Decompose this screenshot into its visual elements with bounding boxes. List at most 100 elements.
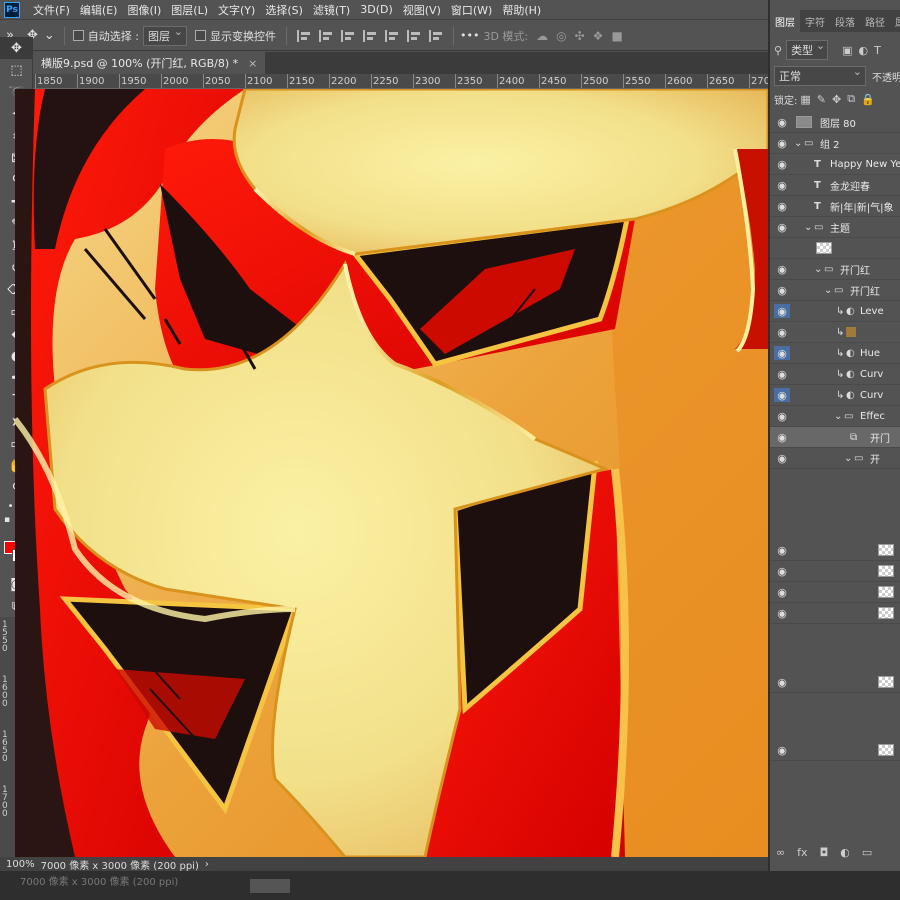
filter-adjustment-icon[interactable]: ◐	[858, 44, 868, 57]
marquee-tool-icon[interactable]: ⬚	[0, 59, 33, 81]
group-expand-chevron-icon[interactable]: ⌄	[824, 285, 832, 296]
layer-row[interactable]: ◉ ⧉ 开门	[770, 427, 900, 448]
layer-row[interactable]: ◉ ⌄ ▭ 开门红	[770, 259, 900, 280]
visibility-eye-icon[interactable]: ◉	[774, 157, 790, 171]
visibility-eye-icon[interactable]: ◉	[774, 564, 790, 578]
menu-3d[interactable]: 3D(D)	[355, 3, 398, 16]
layer-row[interactable]: ◉ T 新|年|新|气|象	[770, 196, 900, 217]
visibility-eye-icon[interactable]: ◉	[774, 606, 790, 620]
align-bottom-icon[interactable]	[406, 29, 421, 42]
visibility-eye-icon[interactable]: ◉	[774, 220, 790, 234]
tab-character[interactable]: 字符	[800, 10, 830, 32]
kind-filter-dropdown[interactable]: 类型	[786, 39, 829, 60]
visibility-eye-icon[interactable]: ◉	[774, 304, 790, 318]
orbit-3d-icon[interactable]: ☁	[536, 29, 548, 43]
document-tab[interactable]: 横版9.psd @ 100% (开门红, RGB/8) * ×	[33, 52, 266, 74]
new-group-icon[interactable]: ▭	[862, 846, 872, 859]
layer-row[interactable]: ◉ 图层 80	[770, 112, 900, 133]
lock-position-icon[interactable]: ✥	[832, 93, 841, 106]
opacity-label[interactable]: 不透明	[872, 69, 900, 84]
pan-3d-icon[interactable]: ✣	[575, 29, 585, 43]
auto-select-target-dropdown[interactable]: 图层	[142, 25, 187, 46]
visibility-eye-icon[interactable]: ◉	[774, 388, 790, 402]
layer-row[interactable]: ◉ ↳ ◐ Leve	[770, 301, 900, 322]
visibility-eye-icon[interactable]: ◉	[774, 346, 790, 360]
menu-filter[interactable]: 滤镜(T)	[308, 2, 355, 18]
menu-help[interactable]: 帮助(H)	[497, 2, 546, 18]
layer-row[interactable]: ◉ ⌄ ▭ Effec	[770, 406, 900, 427]
visibility-eye-icon[interactable]: ◉	[774, 325, 790, 339]
adjustment-layer-icon[interactable]: ◐	[840, 846, 850, 859]
visibility-eye-icon[interactable]: ◉	[774, 367, 790, 381]
layer-row[interactable]: ◉ ↳	[770, 322, 900, 343]
align-left-icon[interactable]	[296, 29, 311, 42]
close-icon[interactable]: ×	[248, 57, 257, 70]
layer-row[interactable]: ◉ ⌄ ▭ 主题	[770, 217, 900, 238]
group-expand-chevron-icon[interactable]: ⌄	[814, 264, 822, 275]
show-transform-checkbox[interactable]	[194, 30, 206, 41]
tab-paragraph[interactable]: 段落	[830, 10, 860, 32]
zoom-level[interactable]: 100%	[6, 859, 35, 870]
group-expand-chevron-icon[interactable]: ⌄	[834, 411, 842, 422]
visibility-eye-icon[interactable]: ◉	[774, 115, 790, 129]
layer-row[interactable]: ◉	[770, 582, 900, 603]
tab-layers[interactable]: 图层	[770, 10, 800, 32]
group-expand-chevron-icon[interactable]: ⌄	[804, 222, 812, 233]
document-canvas[interactable]	[15, 89, 768, 857]
menu-window[interactable]: 窗口(W)	[446, 2, 497, 18]
layer-row[interactable]: ◉	[770, 561, 900, 582]
menu-file[interactable]: 文件(F)	[28, 2, 75, 18]
menu-view[interactable]: 视图(V)	[398, 2, 446, 18]
visibility-eye-icon[interactable]: ◉	[774, 543, 790, 557]
group-expand-chevron-icon[interactable]: ⌄	[794, 138, 802, 149]
move-tool-icon[interactable]: ✥	[0, 37, 33, 59]
chevron-down-icon[interactable]: ⌄	[44, 28, 55, 43]
layer-row[interactable]: ◉	[770, 603, 900, 624]
visibility-eye-icon[interactable]: ◉	[774, 136, 790, 150]
layer-row[interactable]: ◉ ⌄ ▭ 开	[770, 448, 900, 469]
visibility-eye-icon[interactable]: ◉	[774, 199, 790, 213]
status-expand-arrow[interactable]: ›	[205, 859, 209, 870]
tab-properties[interactable]: 属性	[890, 10, 900, 32]
layer-row[interactable]: ◉ T Happy New Year	[770, 154, 900, 175]
visibility-eye-icon[interactable]: ◉	[774, 585, 790, 599]
link-layers-icon[interactable]: ∞	[776, 846, 785, 859]
menu-type[interactable]: 文字(Y)	[213, 2, 260, 18]
auto-select-checkbox[interactable]	[72, 30, 84, 41]
visibility-eye-icon[interactable]: ◉	[774, 675, 790, 689]
camera-3d-icon[interactable]: ■	[611, 29, 622, 43]
visibility-eye-icon[interactable]: ◉	[774, 283, 790, 297]
layer-style-icon[interactable]: fx	[797, 846, 807, 859]
layer-row[interactable]: ◉	[770, 740, 900, 761]
add-mask-icon[interactable]: ◘	[820, 846, 829, 859]
taskbar-item[interactable]	[250, 879, 290, 893]
layer-row[interactable]: ◉	[770, 540, 900, 561]
blend-mode-dropdown[interactable]: 正常	[774, 65, 866, 86]
menu-select[interactable]: 选择(S)	[260, 2, 308, 18]
tab-paths[interactable]: 路径	[860, 10, 890, 32]
align-center-icon[interactable]	[318, 29, 333, 42]
layer-row[interactable]: ◉ T 金龙迎春	[770, 175, 900, 196]
visibility-eye-icon[interactable]: ◉	[774, 178, 790, 192]
visibility-eye-icon[interactable]: ◉	[774, 430, 790, 444]
align-top-icon[interactable]	[362, 29, 377, 42]
more-options-button[interactable]: •••	[460, 29, 479, 42]
visibility-eye-icon[interactable]: ◉	[774, 409, 790, 423]
visibility-eye-icon[interactable]	[774, 241, 790, 255]
menu-image[interactable]: 图像(I)	[122, 2, 166, 18]
layer-row[interactable]	[770, 238, 900, 259]
layer-row[interactable]: ◉	[770, 672, 900, 693]
filter-type-icon[interactable]: T	[874, 44, 881, 57]
layer-row[interactable]: ◉ ⌄ ▭ 组 2	[770, 133, 900, 154]
ruler-horizontal[interactable]: 1850 1900 1950 2000 2050 2100 2150 2200 2250 2300…	[33, 74, 768, 89]
filter-pixel-icon[interactable]: ▣	[842, 44, 852, 57]
align-middle-icon[interactable]	[384, 29, 399, 42]
lock-transparent-icon[interactable]: ▦	[800, 93, 810, 106]
visibility-eye-icon[interactable]: ◉	[774, 743, 790, 757]
menu-layer[interactable]: 图层(L)	[166, 2, 213, 18]
lock-pixels-icon[interactable]: ✎	[817, 93, 826, 106]
layer-row[interactable]: ◉ ↳ ◐ Curv	[770, 385, 900, 406]
slide-3d-icon[interactable]: ❖	[593, 29, 604, 43]
lock-artboard-icon[interactable]: ⧉	[847, 92, 855, 106]
group-expand-chevron-icon[interactable]: ⌄	[844, 453, 852, 464]
